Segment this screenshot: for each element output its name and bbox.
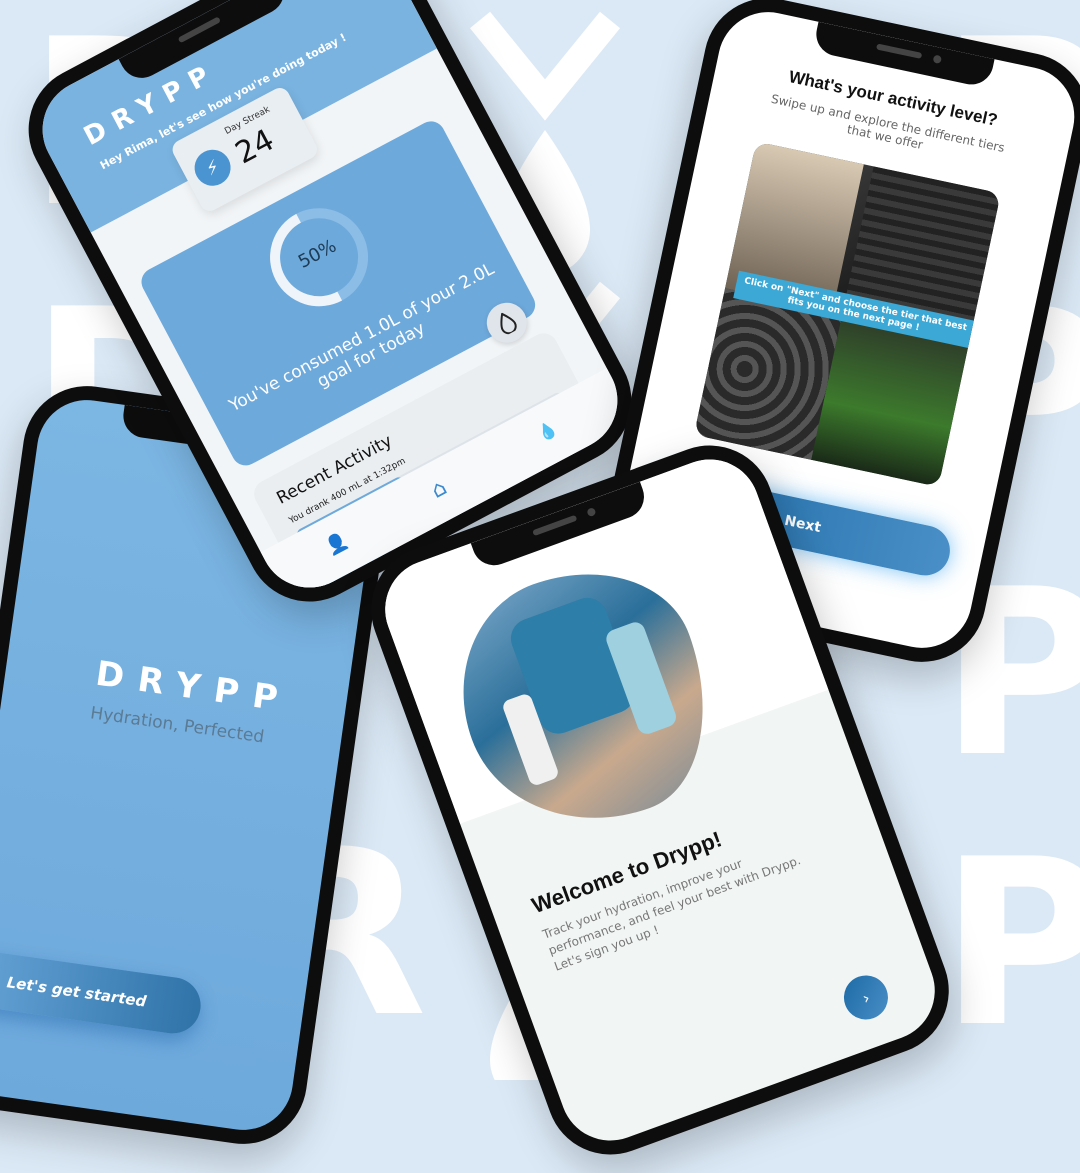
home-icon[interactable]: ⌂ (427, 475, 451, 504)
bg-letter: P (940, 811, 1080, 1078)
lightning-icon: ⚡ (188, 143, 237, 193)
profile-icon[interactable]: 👤 (322, 529, 352, 558)
drop-icon (500, 312, 517, 335)
arrow-icon[interactable]: › (837, 969, 895, 1026)
gym-image: Click on "Next" and choose the tier that… (693, 141, 1001, 487)
get-started-label: Let's get started (5, 973, 148, 1011)
drop-nav-icon[interactable]: 💧 (534, 418, 561, 444)
next-label: Next (782, 512, 823, 537)
get-started-button[interactable]: Let's get started (0, 946, 205, 1038)
